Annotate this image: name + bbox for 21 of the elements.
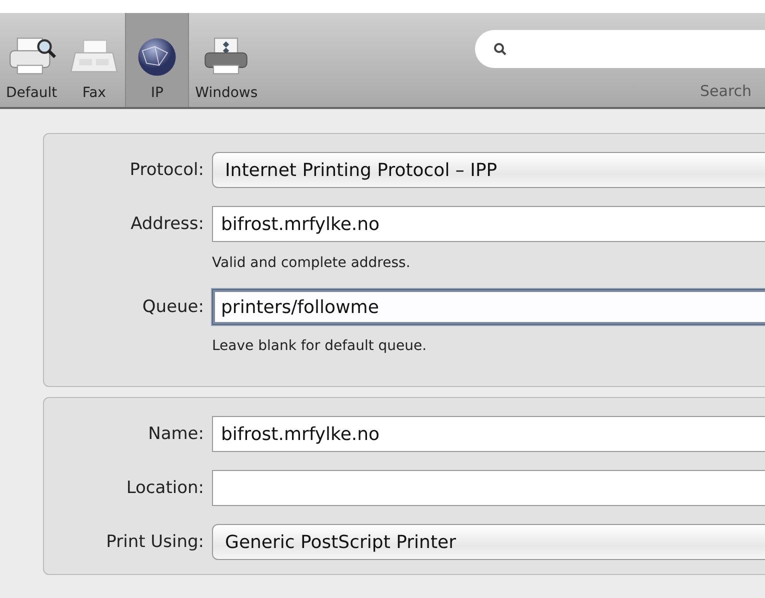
hint-text: Leave blank for default queue. <box>212 338 427 354</box>
field-label: Print Using: <box>105 532 205 552</box>
search-label: Search <box>699 82 753 100</box>
text-field[interactable] <box>212 470 765 506</box>
text-field[interactable]: bifrost.mrfylke.no <box>212 416 765 452</box>
field-label: Name: <box>147 424 205 444</box>
field-label: Location: <box>125 478 205 498</box>
text-field[interactable]: printers/followme <box>212 289 765 325</box>
search-icon <box>493 42 507 56</box>
popup-menu[interactable]: Internet Printing Protocol – IPP <box>212 152 765 188</box>
field-label: Protocol: <box>128 160 205 180</box>
toolbar-tab[interactable]: Windows <box>189 13 264 107</box>
field-label: Queue: <box>141 297 205 317</box>
search-field[interactable] <box>475 30 765 68</box>
toolbar-tab[interactable]: Fax <box>63 13 126 107</box>
field-label: Address: <box>130 214 205 234</box>
toolbar-tab[interactable]: Default <box>0 13 64 107</box>
hint-text: Valid and complete address. <box>212 255 410 271</box>
text-field[interactable]: bifrost.mrfylke.no <box>212 206 765 242</box>
popup-menu[interactable]: Generic PostScript Printer <box>212 524 765 560</box>
toolbar-tab[interactable]: IP <box>125 13 190 107</box>
